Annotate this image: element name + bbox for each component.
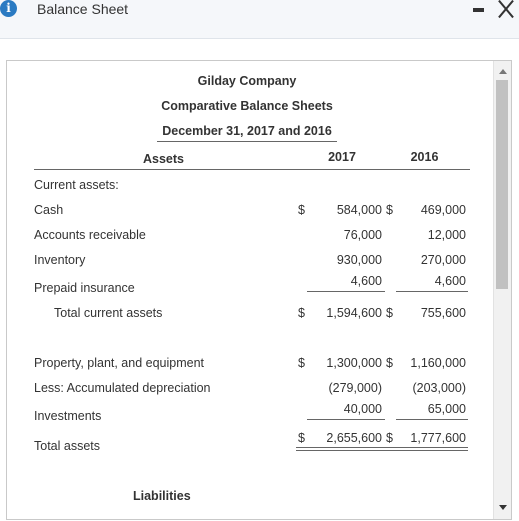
scroll-up-arrow-icon[interactable]: [499, 69, 507, 74]
date-underline: [157, 141, 337, 142]
current-assets-label: Current assets:: [34, 178, 119, 192]
total-assets-2017: 2,655,600: [326, 431, 382, 445]
report-date: December 31, 2017 and 2016: [162, 124, 332, 138]
prepaid-underline-2016: [396, 291, 468, 292]
year-2017-header: 2017: [328, 150, 356, 164]
total-current-2016: 755,600: [420, 306, 466, 320]
total-current-label: Total current assets: [54, 306, 163, 320]
window-titlebar: i Balance Sheet: [0, 0, 519, 39]
company-name: Gilday Company: [197, 74, 297, 88]
ar-2017: 76,000: [343, 228, 382, 242]
close-button[interactable]: [496, 0, 516, 20]
total-assets-dbl-underline-2016-a: [385, 447, 468, 448]
total-assets-dbl-underline-2017-a: [296, 447, 385, 448]
prepaid-label: Prepaid insurance: [34, 281, 135, 295]
cash-dollar-2017: $: [298, 203, 305, 217]
info-icon: i: [0, 0, 17, 17]
ar-2016: 12,000: [427, 228, 466, 242]
total-assets-label: Total assets: [34, 439, 101, 453]
inventory-2017: 930,000: [336, 253, 382, 267]
ar-label: Accounts receivable: [34, 228, 146, 242]
window-title: Balance Sheet: [37, 1, 129, 17]
inventory-label: Inventory: [34, 253, 86, 267]
investments-underline-2016: [396, 419, 468, 420]
balance-sheet-panel: Gilday Company Comparative Balance Sheet…: [6, 60, 512, 520]
investments-2017: 40,000: [343, 402, 382, 416]
minimize-button[interactable]: [469, 0, 489, 20]
ppe-dollar-2017: $: [298, 356, 305, 370]
prepaid-underline-2017: [307, 291, 385, 292]
total-current-2017: 1,594,600: [326, 306, 382, 320]
balance-sheet-content: Gilday Company Comparative Balance Sheet…: [7, 61, 487, 519]
cash-2017: 584,000: [336, 203, 382, 217]
cash-label: Cash: [34, 203, 64, 217]
liabilities-header: Liabilities: [133, 489, 191, 503]
ppe-2017: 1,300,000: [326, 356, 382, 370]
prepaid-2016: 4,600: [434, 274, 466, 288]
accum-dep-label: Less: Accumulated depreciation: [34, 381, 211, 395]
investments-2016: 65,000: [427, 402, 466, 416]
inventory-2016: 270,000: [420, 253, 466, 267]
total-current-dollar-2017: $: [298, 306, 305, 320]
vertical-scrollbar[interactable]: [493, 61, 511, 519]
cash-2016: 469,000: [420, 203, 466, 217]
report-title: Comparative Balance Sheets: [161, 99, 333, 113]
total-current-dollar-2016: $: [386, 306, 393, 320]
ppe-dollar-2016: $: [386, 356, 393, 370]
accum-dep-2017: (279,000): [328, 381, 382, 395]
cash-dollar-2016: $: [386, 203, 393, 217]
total-assets-dbl-underline-2017-b: [296, 450, 385, 451]
header-underline: [34, 169, 470, 170]
scroll-down-arrow-icon[interactable]: [499, 505, 507, 510]
total-assets-2016: 1,777,600: [410, 431, 466, 445]
year-2016-header: 2016: [410, 150, 439, 164]
total-assets-dollar-2017: $: [298, 431, 305, 445]
total-assets-dbl-underline-2016-b: [385, 450, 468, 451]
total-assets-dollar-2016: $: [386, 431, 393, 445]
investments-underline-2017: [307, 419, 385, 420]
assets-header: Assets: [143, 152, 184, 166]
accum-dep-2016: (203,000): [412, 381, 466, 395]
prepaid-2017: 4,600: [350, 274, 382, 288]
scroll-thumb[interactable]: [496, 80, 508, 289]
ppe-label: Property, plant, and equipment: [34, 356, 205, 370]
ppe-2016: 1,160,000: [410, 356, 466, 370]
investments-label: Investments: [34, 409, 102, 423]
